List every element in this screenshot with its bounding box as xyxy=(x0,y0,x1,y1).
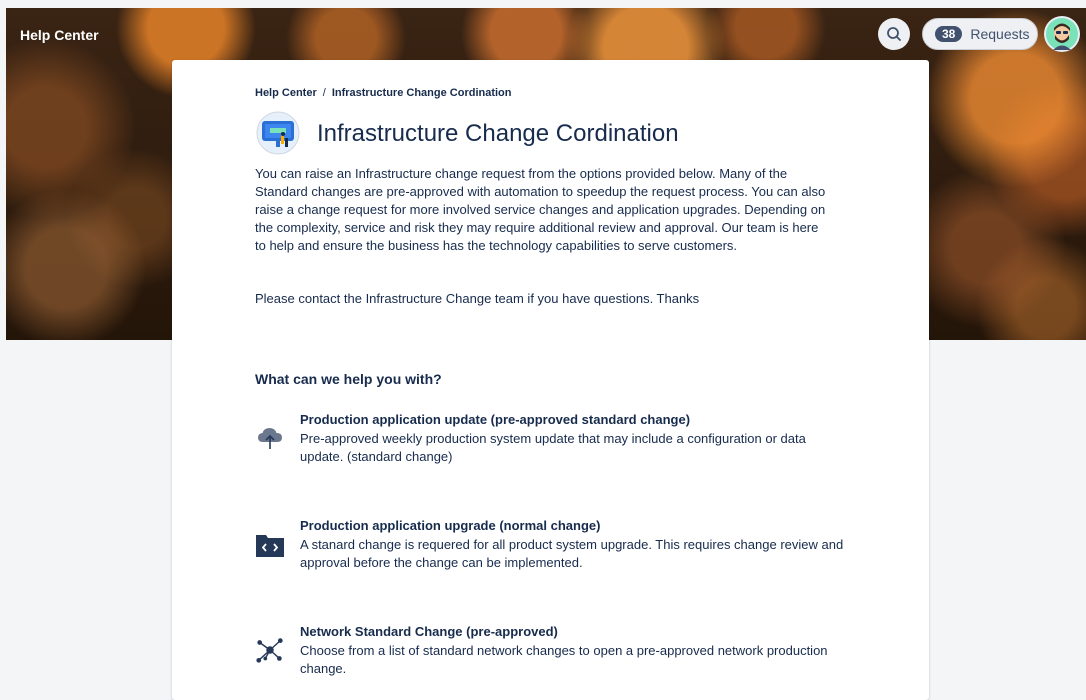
requests-count-badge: 38 xyxy=(935,26,963,42)
search-button[interactable] xyxy=(878,18,910,50)
search-icon xyxy=(887,27,901,41)
help-center-link[interactable]: Help Center xyxy=(20,27,99,43)
request-type-title[interactable]: Network Standard Change (pre-approved) xyxy=(300,624,558,639)
requests-label: Requests xyxy=(970,26,1030,42)
portal-card: Help Center / Infrastructure Change Cordin… xyxy=(172,60,929,700)
portal-icon xyxy=(256,111,300,155)
avatar[interactable] xyxy=(1044,16,1080,52)
breadcrumb-help-center[interactable]: Help Center xyxy=(255,87,317,99)
portal-description: You can raise an Infrastructure change r… xyxy=(255,166,826,253)
breadcrumb-separator: / xyxy=(322,87,326,99)
breadcrumb: Help Center / Infrastructure Change Cordin… xyxy=(255,87,512,99)
request-type-description: Choose from a list of standard network c… xyxy=(300,643,828,676)
request-type-title[interactable]: Production application update (pre-appro… xyxy=(300,412,690,427)
requests-button[interactable]: 38 Requests xyxy=(922,18,1038,50)
request-type-title[interactable]: Production application upgrade (normal c… xyxy=(300,518,600,533)
cloud-upload-icon xyxy=(255,423,285,453)
breadcrumb-current[interactable]: Infrastructure Change Cordination xyxy=(332,87,512,99)
help-section-heading: What can we help you with? xyxy=(255,371,442,387)
user-avatar-icon xyxy=(1046,18,1078,50)
code-folder-icon xyxy=(255,529,285,559)
page-title: Infrastructure Change Cordination xyxy=(317,120,679,147)
network-icon xyxy=(255,635,285,665)
request-type-description: A stanard change is requered for all pro… xyxy=(300,537,844,570)
request-type-description: Pre-approved weekly production system up… xyxy=(300,431,806,464)
portal-contact-text: Please contact the Infrastructure Change… xyxy=(255,291,700,306)
